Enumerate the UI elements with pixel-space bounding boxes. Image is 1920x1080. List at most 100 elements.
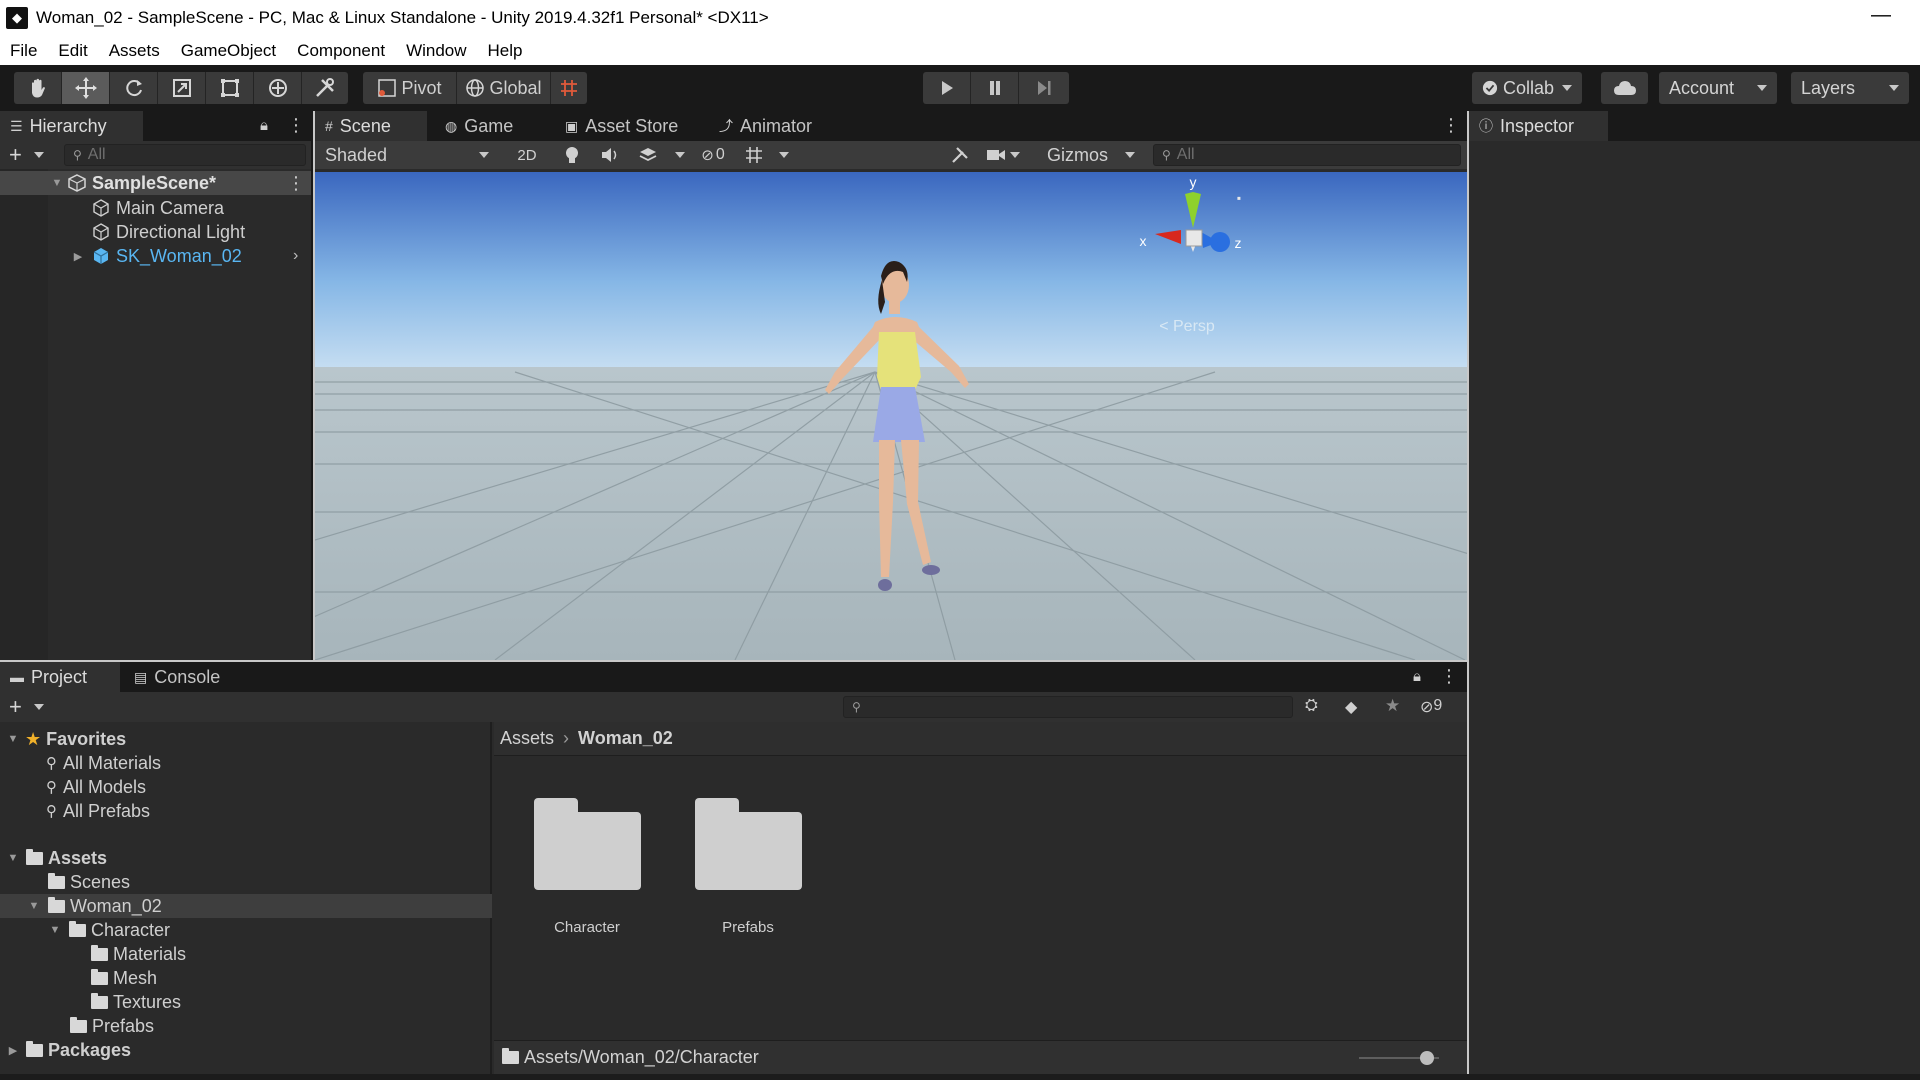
- tree-assets[interactable]: ▼ Assets: [0, 846, 492, 870]
- tree-item-all-prefabs[interactable]: ⚲ All Prefabs: [0, 799, 492, 823]
- tree-item-materials[interactable]: Materials: [0, 942, 492, 966]
- gizmo-lock-icon[interactable]: ▪: [1237, 191, 1241, 205]
- project-search-input[interactable]: ⚲: [843, 696, 1293, 718]
- breadcrumb-woman-02[interactable]: Woman_02: [578, 728, 673, 749]
- expand-arrow-icon[interactable]: ▶: [6, 1044, 20, 1057]
- scale-tool-button[interactable]: [158, 72, 206, 104]
- global-toggle[interactable]: Global: [457, 72, 551, 104]
- more-options-icon[interactable]: ⋮: [1440, 666, 1458, 687]
- tab-hierarchy[interactable]: ☰ Hierarchy: [0, 111, 143, 141]
- hand-tool-button[interactable]: [14, 72, 62, 104]
- camera-settings-button[interactable]: [983, 143, 1023, 167]
- gizmos-dropdown[interactable]: Gizmos: [1041, 143, 1141, 167]
- tab-console[interactable]: ▤ Console: [124, 662, 244, 692]
- hierarchy-search-input[interactable]: ⚲ All: [64, 144, 306, 166]
- tree-item-mesh[interactable]: Mesh: [0, 966, 492, 990]
- tree-item-all-materials[interactable]: ⚲ All Materials: [0, 751, 492, 775]
- effects-toggle[interactable]: [631, 143, 665, 167]
- more-options-icon[interactable]: ⋮: [1442, 115, 1460, 136]
- scene-search-input[interactable]: ⚲ All: [1153, 144, 1461, 166]
- transform-tool-button[interactable]: [254, 72, 302, 104]
- menu-edit[interactable]: Edit: [58, 41, 87, 61]
- snap-toggle[interactable]: [551, 72, 587, 104]
- rotate-tool-button[interactable]: [110, 72, 158, 104]
- expand-arrow-icon[interactable]: ▼: [48, 924, 62, 936]
- chevron-right-icon[interactable]: ›: [293, 247, 298, 265]
- tab-project[interactable]: ▬ Project: [0, 662, 120, 692]
- lock-icon[interactable]: 🔒︎: [260, 117, 268, 134]
- expand-arrow-icon[interactable]: ▼: [27, 900, 41, 912]
- persp-label[interactable]: < Persp: [1159, 318, 1215, 335]
- chevron-down-icon[interactable]: [34, 152, 44, 158]
- scene-row[interactable]: ▼ SampleScene* ⋮: [0, 171, 311, 195]
- tree-item-character[interactable]: ▼ Character: [0, 918, 492, 942]
- lighting-toggle[interactable]: [555, 143, 589, 167]
- tree-label: All Materials: [63, 752, 162, 773]
- hidden-packages-toggle[interactable]: ⊘ 9: [1420, 697, 1442, 717]
- custom-tool-button[interactable]: [302, 72, 348, 104]
- scene-more-icon[interactable]: ⋮: [287, 173, 305, 194]
- hierarchy-item-main-camera[interactable]: Main Camera: [0, 196, 311, 220]
- tab-game[interactable]: ◍ Game: [435, 111, 545, 141]
- hierarchy-item-directional-light[interactable]: Directional Light: [0, 220, 311, 244]
- tree-packages[interactable]: ▶ Packages: [0, 1038, 492, 1062]
- slider-handle[interactable]: [1420, 1051, 1434, 1065]
- expand-arrow-icon[interactable]: ▼: [50, 177, 64, 189]
- breadcrumb-assets[interactable]: Assets: [500, 728, 554, 749]
- tree-favorites[interactable]: ▼ ★ Favorites: [0, 727, 492, 751]
- 2d-toggle[interactable]: 2D: [507, 143, 547, 167]
- pause-button[interactable]: [971, 72, 1019, 104]
- chevron-down-icon: [1757, 85, 1767, 91]
- chevron-down-icon[interactable]: [779, 152, 789, 158]
- filter-by-label-icon[interactable]: ◆: [1345, 697, 1357, 717]
- tab-inspector[interactable]: ⓘ Inspector: [1469, 111, 1608, 141]
- layers-dropdown[interactable]: Layers: [1791, 72, 1909, 104]
- shading-mode-dropdown[interactable]: Shaded: [319, 143, 495, 167]
- cloud-button[interactable]: [1601, 72, 1648, 104]
- create-plus-button[interactable]: +: [9, 142, 22, 168]
- collab-dropdown[interactable]: Collab: [1472, 72, 1582, 104]
- move-tool-button[interactable]: [62, 72, 110, 104]
- menu-help[interactable]: Help: [488, 41, 523, 61]
- hidden-objects-toggle[interactable]: ⊘ 0: [691, 143, 735, 167]
- menu-gameobject[interactable]: GameObject: [181, 41, 276, 61]
- tab-scene[interactable]: # Scene: [315, 111, 427, 141]
- grid-folder-prefabs[interactable]: [695, 798, 802, 890]
- step-button[interactable]: [1019, 72, 1069, 104]
- tree-item-prefabs[interactable]: Prefabs: [0, 1014, 492, 1038]
- tree-item-all-models[interactable]: ⚲ All Models: [0, 775, 492, 799]
- more-options-icon[interactable]: ⋮: [287, 115, 305, 136]
- scene-viewport[interactable]: y x z ▪ < Persp: [315, 172, 1467, 660]
- play-button[interactable]: [923, 72, 971, 104]
- menu-window[interactable]: Window: [406, 41, 466, 61]
- expand-arrow-icon[interactable]: ▶: [71, 250, 85, 263]
- pivot-icon: [378, 79, 397, 97]
- tab-animator[interactable]: ⤴ Animator: [709, 111, 833, 141]
- minimize-button[interactable]: —: [1866, 4, 1896, 28]
- scene-tools-button[interactable]: [945, 143, 975, 167]
- menu-component[interactable]: Component: [297, 41, 385, 61]
- grid-folder-character[interactable]: [534, 798, 641, 890]
- filter-by-type-icon[interactable]: ⛭: [1305, 697, 1318, 715]
- chevron-down-icon[interactable]: [675, 152, 685, 158]
- lock-icon[interactable]: 🔒︎: [1413, 668, 1421, 685]
- create-plus-button[interactable]: +: [9, 694, 22, 720]
- inspector-tab-label: Inspector: [1500, 115, 1575, 136]
- rect-tool-button[interactable]: [206, 72, 254, 104]
- expand-arrow-icon[interactable]: ▼: [6, 852, 20, 864]
- tree-item-scenes[interactable]: Scenes: [0, 870, 492, 894]
- tree-item-woman-02[interactable]: ▼ Woman_02: [0, 894, 492, 918]
- tree-item-textures[interactable]: Textures: [0, 990, 492, 1014]
- star-favorite-icon[interactable]: ★: [1385, 696, 1400, 716]
- menu-file[interactable]: File: [10, 41, 37, 61]
- grid-toggle[interactable]: [739, 143, 769, 167]
- account-dropdown[interactable]: Account: [1659, 72, 1777, 104]
- hierarchy-item-sk-woman[interactable]: ▶ SK_Woman_02 ›: [0, 244, 311, 268]
- tab-asset-store[interactable]: ▣ Asset Store: [555, 111, 695, 141]
- pivot-toggle[interactable]: Pivot: [363, 72, 457, 104]
- audio-toggle[interactable]: [593, 143, 627, 167]
- menu-assets[interactable]: Assets: [109, 41, 160, 61]
- chevron-down-icon[interactable]: [34, 704, 44, 710]
- folder-icon: [48, 872, 65, 889]
- expand-arrow-icon[interactable]: ▼: [6, 733, 20, 745]
